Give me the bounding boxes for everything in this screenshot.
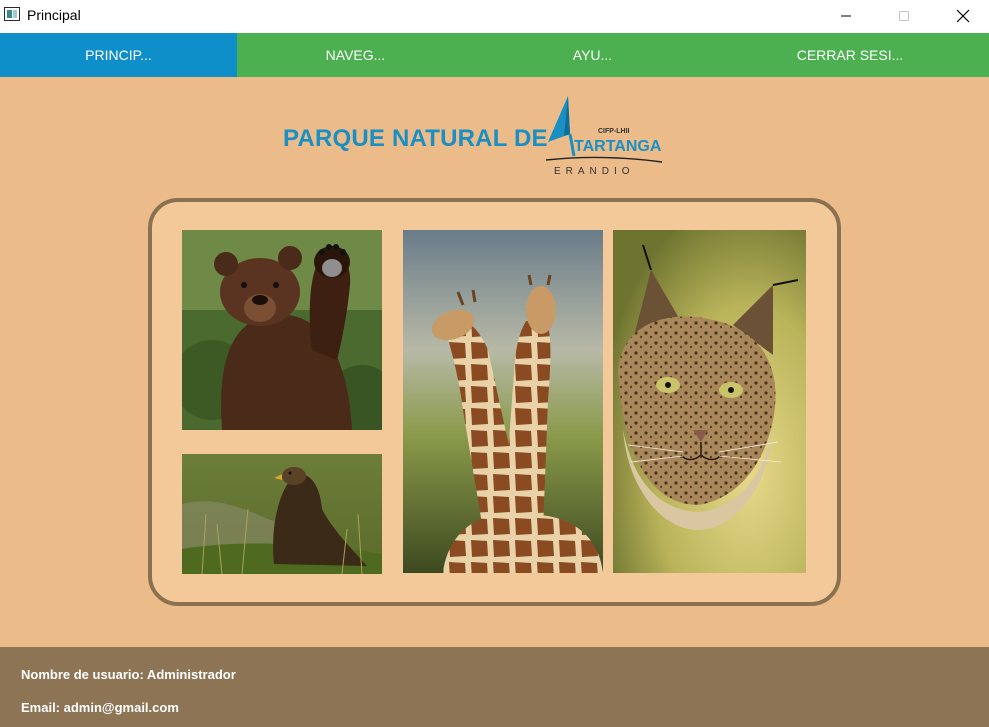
email-label: Email: admin@gmail.com	[21, 700, 179, 715]
eagle-photo	[182, 454, 382, 574]
close-icon	[956, 9, 970, 23]
maximize-icon	[899, 11, 909, 21]
main-nav: PRINCIP... NAVEG... AYU... CERRAR SESI..…	[0, 33, 989, 77]
nav-item-ayuda[interactable]: AYU...	[474, 33, 711, 77]
minimize-icon	[841, 15, 851, 17]
tartanga-logo: CIFP-LHII TARTANGA ERANDIO	[545, 96, 663, 177]
close-button[interactable]	[940, 0, 986, 32]
window-title: Principal	[27, 7, 81, 23]
minimize-button[interactable]	[823, 0, 869, 32]
logo-top-text: CIFP-LHII	[598, 128, 630, 135]
nav-item-cerrar-sesion[interactable]: CERRAR SESI...	[711, 33, 989, 77]
lynx-photo	[613, 230, 806, 573]
window-titlebar: Principal	[0, 0, 989, 33]
page-title: PARQUE NATURAL DE	[283, 125, 548, 152]
nav-item-navegar[interactable]: NAVEG...	[237, 33, 474, 77]
giraffes-photo	[403, 230, 603, 573]
app-window-icon	[4, 7, 20, 21]
logo-name: TARTANGA	[574, 138, 662, 155]
bear-photo	[182, 230, 382, 430]
logo-subtitle: ERANDIO	[554, 166, 635, 177]
nav-item-principal[interactable]: PRINCIP...	[0, 33, 237, 77]
maximize-button[interactable]	[881, 0, 927, 32]
user-info-footer: Nombre de usuario: Administrador Email: …	[0, 647, 989, 727]
username-label: Nombre de usuario: Administrador	[21, 667, 236, 682]
